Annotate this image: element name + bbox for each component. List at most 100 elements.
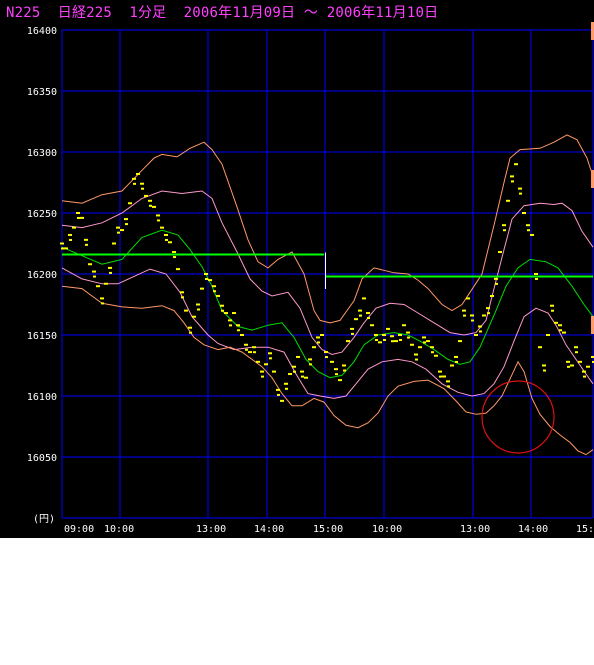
price-tick (358, 309, 362, 312)
price-tick (64, 247, 68, 250)
price-tick (144, 194, 148, 197)
price-tick (479, 330, 482, 333)
price-tick (546, 334, 550, 336)
price-tick (260, 370, 264, 373)
price-tick (486, 307, 490, 310)
price-tick (196, 303, 200, 306)
price-tick (80, 216, 84, 219)
price-tick (60, 242, 64, 245)
price-tick (399, 339, 402, 341)
price-tick (301, 375, 304, 378)
price-tick (470, 314, 474, 317)
x-tick-label: 10:00 (104, 524, 134, 535)
price-tick (104, 282, 108, 285)
price-tick (293, 370, 296, 373)
price-tick (578, 360, 582, 363)
price-tick (224, 312, 228, 315)
price-tick (276, 388, 280, 391)
price-tick (84, 238, 88, 241)
price-tick (519, 192, 522, 195)
price-tick (124, 218, 128, 221)
price-tick (212, 285, 216, 288)
price-tick (261, 375, 264, 378)
price-tick (359, 314, 362, 317)
price-tick (317, 341, 320, 344)
price-tick (85, 243, 88, 246)
price-tick (77, 217, 80, 219)
price-tick (430, 346, 434, 349)
chart-svg: 16050 16100 16150 16200 16250 16300 16350 16400… (27, 22, 594, 535)
price-tick (189, 331, 192, 334)
price-tick (574, 346, 578, 349)
band-line-lower-outer (61, 285, 594, 456)
price-tick (438, 370, 442, 373)
price-tick (351, 332, 354, 335)
price-tick (136, 172, 140, 175)
price-tick (386, 327, 390, 330)
price-tick (272, 370, 276, 373)
price-tick (562, 331, 566, 334)
price-tick (92, 270, 96, 273)
price-tick (160, 226, 164, 229)
price-tick (502, 224, 506, 227)
price-tick (575, 351, 578, 354)
price-tick (156, 214, 160, 217)
y-tick-label: 16150 (27, 331, 57, 342)
price-tick (304, 376, 308, 379)
price-tick (463, 314, 466, 317)
price-tick (542, 364, 546, 367)
price-tick (68, 233, 72, 236)
price-tick (284, 382, 288, 385)
price-tick (116, 226, 120, 229)
price-tick (354, 318, 358, 321)
price-tick (554, 321, 558, 324)
price-tick (495, 282, 498, 285)
price-tick (173, 256, 176, 259)
price-tick (120, 229, 124, 232)
price-tick (88, 263, 92, 266)
price-tick (101, 302, 104, 305)
price-tick (406, 331, 410, 334)
price-tick (415, 358, 418, 361)
price-tick (157, 219, 160, 222)
price-tick (237, 329, 240, 332)
price-tick (288, 373, 292, 376)
price-tick (487, 312, 490, 315)
price-tick (478, 325, 482, 328)
price-tick (503, 229, 506, 232)
price-tick (133, 182, 136, 185)
price-tick (141, 187, 144, 190)
price-tick (334, 368, 338, 371)
price-tick (570, 364, 574, 367)
band-line-lower-inner (61, 267, 594, 399)
price-tick (466, 297, 470, 300)
price-tick (152, 205, 156, 208)
price-tick (228, 319, 232, 322)
price-tick (165, 238, 168, 241)
price-tick (300, 370, 304, 373)
price-tick (61, 247, 64, 250)
price-tick (394, 340, 398, 343)
price-tick (192, 315, 196, 318)
price-tick (221, 309, 224, 312)
price-tick (490, 294, 494, 297)
band-line-center (61, 229, 594, 379)
price-tick (244, 343, 248, 346)
price-tick (268, 352, 272, 355)
price-tick (200, 287, 204, 290)
y-tick-label: 16100 (27, 392, 57, 403)
x-tick-label: 13:00 (460, 524, 490, 535)
price-tick (164, 233, 168, 236)
price-tick (402, 324, 406, 327)
price-tick (550, 304, 554, 307)
price-tick (390, 335, 394, 338)
price-tick (431, 351, 434, 354)
price-tick (342, 364, 346, 367)
price-tick (426, 340, 430, 343)
price-tick (494, 277, 498, 280)
price-tick (526, 224, 530, 227)
price-tick (220, 304, 224, 307)
price-tick (96, 285, 100, 288)
price-tick (454, 355, 458, 358)
price-tick (383, 339, 386, 341)
